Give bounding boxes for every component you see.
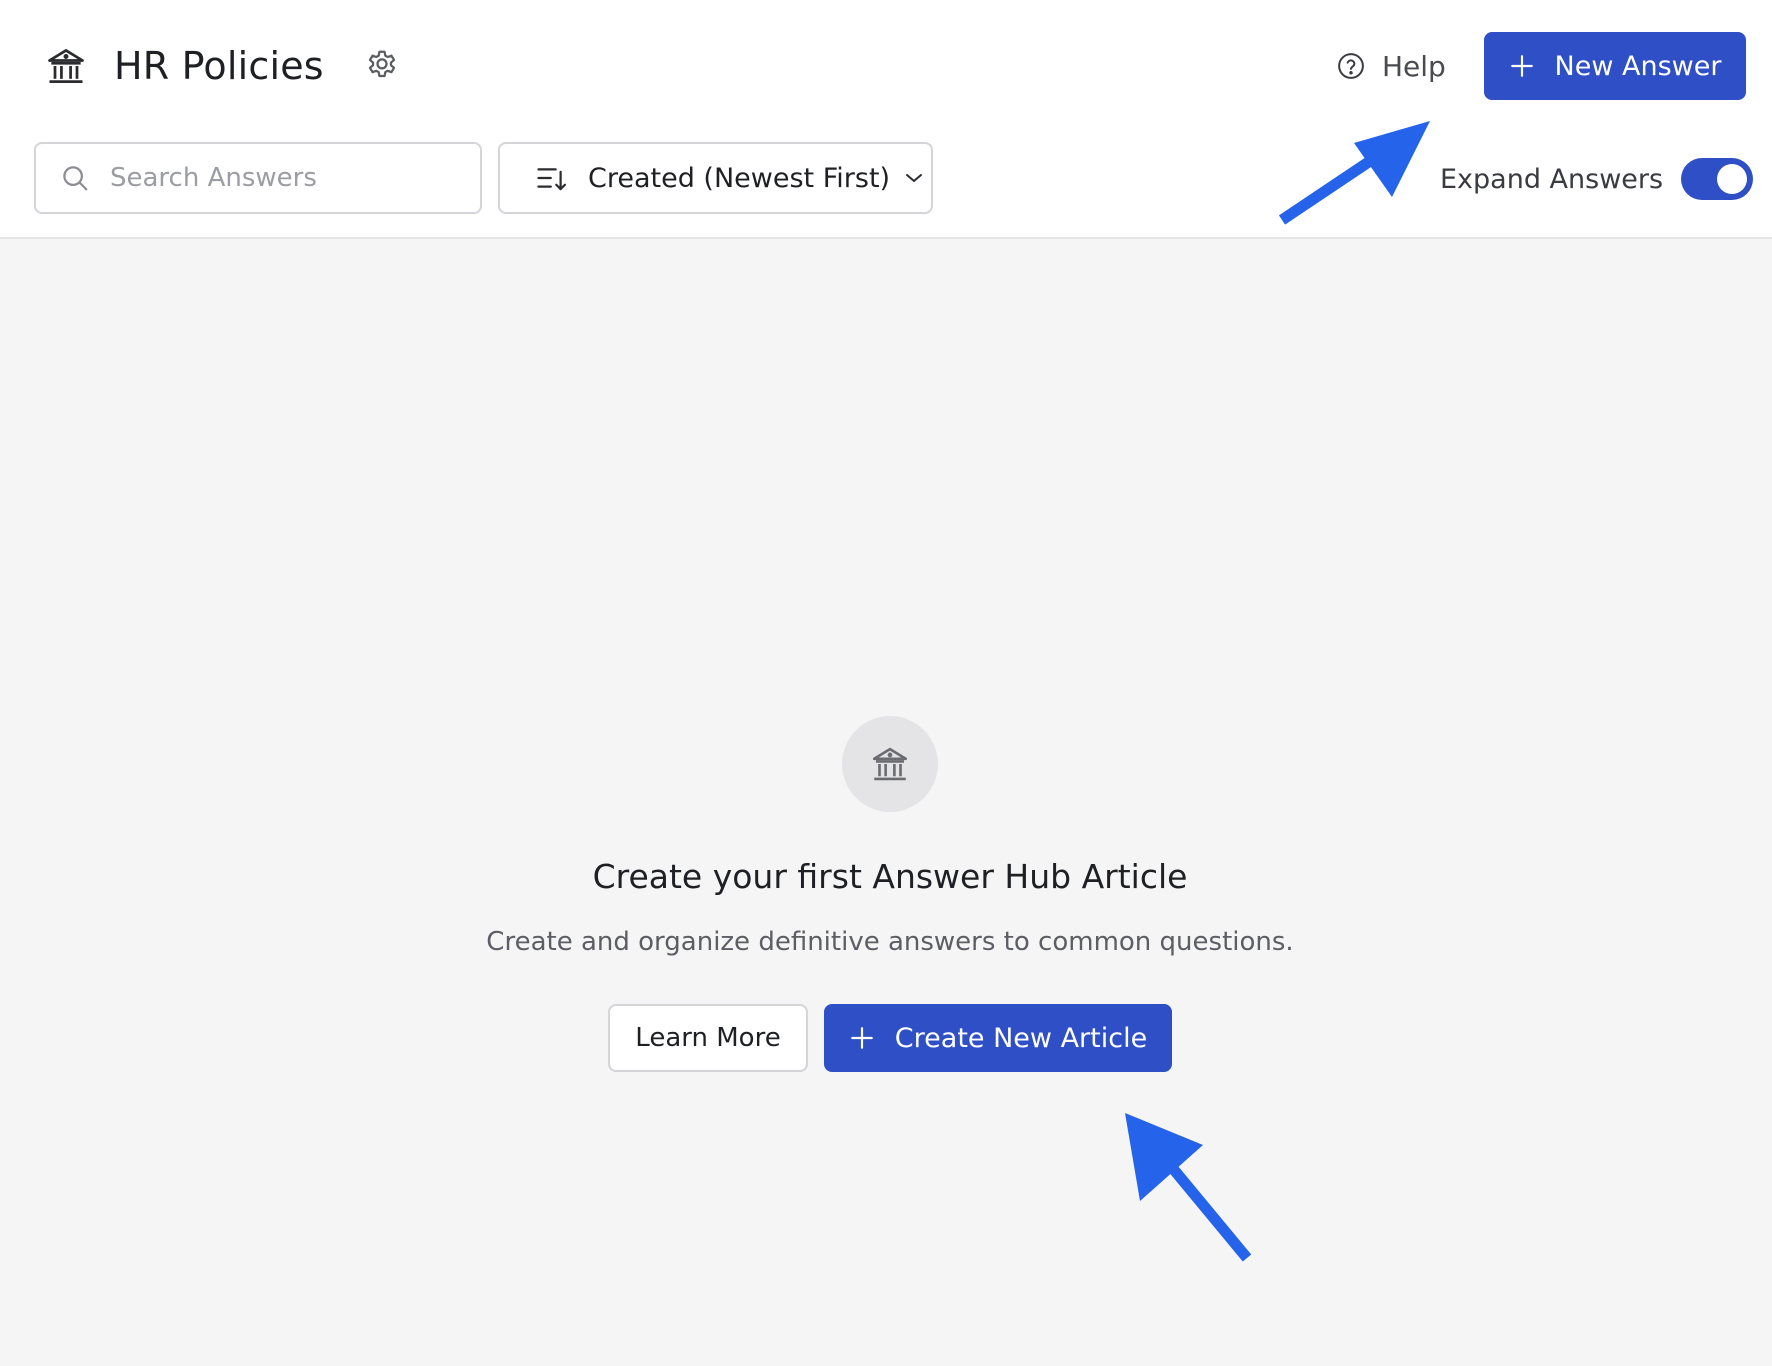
expand-answers-toggle[interactable] [1681,158,1754,200]
help-label: Help [1382,49,1446,83]
search-input[interactable] [110,163,470,193]
help-circle-icon [1338,53,1364,79]
bank-icon [872,747,908,781]
help-link[interactable]: Help [1336,46,1446,86]
sort-icon [537,168,567,191]
learn-more-button[interactable]: Learn More [608,1004,808,1072]
title-row: HR Policies [44,36,400,96]
search-icon [63,166,88,191]
main-content: Create your first Answer Hub Article Cre… [0,239,1772,1366]
gear-icon[interactable] [364,48,400,84]
expand-answers-control: Expand Answers [1440,158,1754,200]
new-answer-button[interactable]: New Answer [1484,32,1746,100]
expand-answers-label: Expand Answers [1440,163,1664,195]
annotation-arrow-bottom [1125,1113,1252,1262]
sort-selected-label: Created (Newest First) [588,162,891,194]
create-new-article-label: Create New Article [894,1022,1148,1054]
plus-icon [1510,55,1533,77]
new-answer-label: New Answer [1554,50,1722,82]
search-box[interactable] [34,142,482,214]
annotation-arrow-top [1278,121,1430,225]
empty-state-description: Create and organize definitive answers t… [486,927,1294,957]
plus-icon [850,1027,873,1049]
chevron-down-icon [906,174,923,182]
empty-state-title: Create your first Answer Hub Article [592,857,1188,896]
toggle-knob [1717,164,1748,194]
page-title: HR Policies [114,44,324,88]
page-header: HR Policies Help New Answer Search Answe… [0,0,1772,239]
empty-state-badge [842,716,938,812]
create-new-article-button[interactable]: Create New Article [824,1004,1172,1072]
bank-icon [48,49,84,83]
sort-dropdown[interactable]: Created (Newest First) [498,142,933,214]
